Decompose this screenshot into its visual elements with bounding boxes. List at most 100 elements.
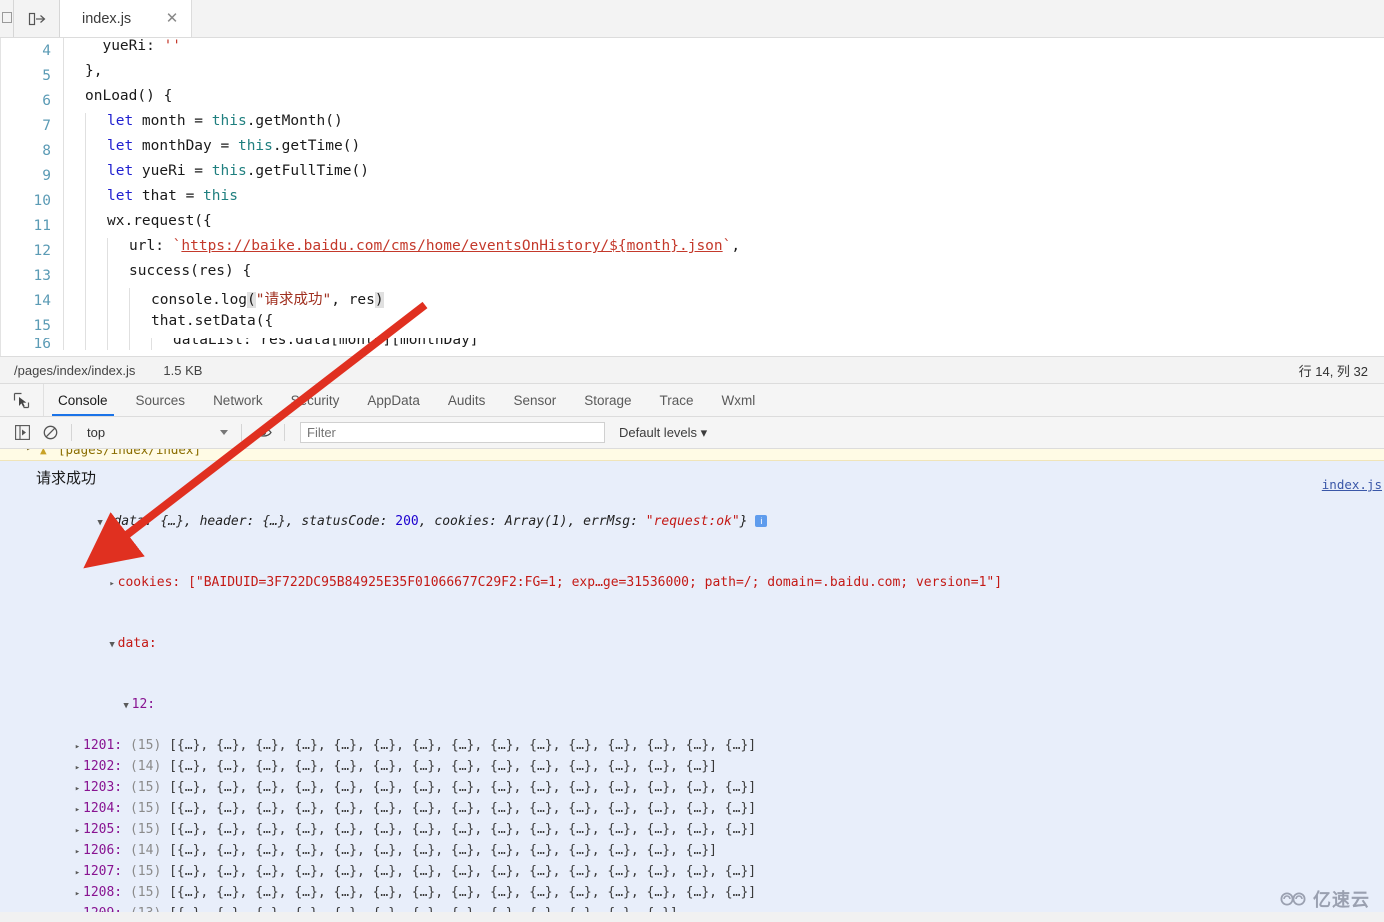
console-warning-row[interactable]: ▸ ▲ [pages/index/index] — [0, 449, 1384, 461]
code-line-text: let monthDay = this.getTime() — [63, 138, 1384, 163]
tab-network[interactable]: Network — [199, 384, 277, 416]
console-month-row[interactable]: ▼ 12: — [0, 675, 1384, 736]
code-line: 10 let that = this — [1, 188, 1384, 213]
expand-triangle-icon[interactable]: ▸ — [72, 821, 83, 841]
tab-wxml-label: Wxml — [721, 392, 756, 408]
entry-preview: [{…}, {…}, {…}, {…}, {…}, {…}, {…}, {…},… — [169, 801, 757, 816]
execution-context-selector[interactable]: top — [79, 422, 234, 444]
live-expression-icon[interactable] — [249, 420, 277, 446]
entry-count: (14) — [129, 843, 170, 858]
close-icon[interactable]: ✕ — [163, 10, 181, 28]
expand-triangle-icon[interactable]: ▸ — [72, 842, 83, 862]
entry-count: (15) — [129, 780, 170, 795]
entry-key: 1205: — [83, 822, 130, 837]
console-data-row[interactable]: ▼ data: — [0, 614, 1384, 675]
line-number: 6 — [42, 92, 51, 109]
expand-triangle-icon[interactable]: ▸ — [72, 863, 83, 883]
tab-security-label: Security — [290, 392, 340, 408]
request-url: https://baike.baidu.com/cms/home/eventsO… — [181, 238, 723, 254]
filter-input[interactable] — [300, 422, 605, 443]
entry-preview: [{…}, {…}, {…}, {…}, {…}, {…}, {…}, {…},… — [169, 780, 757, 795]
console-entry-row[interactable]: ▸ 1204: (15) [{…}, {…}, {…}, {…}, {…}, {…… — [0, 799, 1384, 820]
tab-index-js[interactable]: index.js ✕ — [60, 0, 192, 37]
warning-text: [pages/index/index] — [58, 449, 201, 457]
console-object-summary[interactable]: ▼ {data: {…}, header: {…}, statusCode: 20… — [0, 492, 1384, 553]
expand-triangle-icon[interactable]: ▸ — [72, 800, 83, 820]
inspect-glyph — [13, 392, 30, 408]
devtools-tabbar: Console Sources Network Security AppData… — [0, 384, 1384, 417]
file-size: 1.5 KB — [163, 362, 203, 378]
watermark-text: 亿速云 — [1313, 890, 1370, 910]
toggle-sidebar-icon[interactable] — [14, 0, 60, 37]
console-entry-row[interactable]: ▸ 1205: (15) [{…}, {…}, {…}, {…}, {…}, {…… — [0, 820, 1384, 841]
horizontal-scrollbar[interactable] — [0, 912, 1384, 922]
tab-storage[interactable]: Storage — [570, 384, 645, 416]
tab-wxml[interactable]: Wxml — [708, 384, 770, 416]
tab-security[interactable]: Security — [277, 384, 354, 416]
expand-triangle-icon[interactable]: ▸ — [72, 737, 83, 757]
watermark: 亿速云 — [1280, 886, 1370, 912]
console-entry-row[interactable]: ▸ 1207: (15) [{…}, {…}, {…}, {…}, {…}, {…… — [0, 862, 1384, 883]
collapse-triangle-icon[interactable]: ▼ — [121, 696, 132, 716]
month-key-label: 12: — [131, 697, 156, 712]
expand-triangle-icon[interactable]: ▸ — [72, 779, 83, 799]
console-log-group: index.js 请求成功 ▼ {data: {…}, header: {…}, … — [0, 461, 1384, 922]
console-entry-row[interactable]: ▸ 1206: (14) [{…}, {…}, {…}, {…}, {…}, {…… — [0, 841, 1384, 862]
line-number: 10 — [33, 192, 51, 209]
console-entry-row[interactable]: ▸ 1202: (14) [{…}, {…}, {…}, {…}, {…}, {…… — [0, 757, 1384, 778]
console-sidebar-glyph — [14, 425, 30, 440]
entry-count: (15) — [129, 885, 170, 900]
toolbar-divider — [241, 424, 242, 441]
expand-triangle-icon[interactable]: ▸ — [107, 574, 118, 594]
console-entry-row[interactable]: ▸ 1203: (15) [{…}, {…}, {…}, {…}, {…}, {…… — [0, 778, 1384, 799]
console-entry-row[interactable]: ▸ 1208: (15) [{…}, {…}, {…}, {…}, {…}, {…… — [0, 883, 1384, 904]
console-cookies-row[interactable]: ▸ cookies: ["BAIDUID=3F722DC95B84925E35F0… — [0, 553, 1384, 614]
line-number: 4 — [42, 42, 51, 59]
entry-preview: [{…}, {…}, {…}, {…}, {…}, {…}, {…}, {…},… — [169, 759, 717, 774]
tab-console[interactable]: Console — [44, 384, 122, 416]
code-line-text: }, — [63, 63, 1384, 88]
entry-count: (14) — [129, 759, 170, 774]
entry-count: (15) — [129, 822, 170, 837]
file-path: /pages/index/index.js — [14, 362, 136, 378]
log-source-link[interactable]: index.js — [1322, 477, 1382, 492]
log-levels-label: Default levels — [619, 424, 698, 440]
log-levels-dropdown[interactable]: Default levels ▾ — [619, 425, 707, 441]
code-line-text: let that = this — [63, 188, 1384, 213]
code-line-text: yueRi: '' — [63, 38, 1384, 63]
code-editor[interactable]: 4 yueRi: '' 5 }, 6 onLoad() { 7 let mont… — [0, 38, 1384, 356]
code-line-text: that.setData({ — [63, 313, 1384, 338]
entry-preview: [{…}, {…}, {…}, {…}, {…}, {…}, {…}, {…},… — [169, 738, 757, 753]
tab-audits[interactable]: Audits — [434, 384, 500, 416]
tab-sensor[interactable]: Sensor — [499, 384, 570, 416]
line-number: 9 — [42, 167, 51, 184]
entry-key: 1208: — [83, 885, 130, 900]
code-line-text: success(res) { — [63, 263, 1384, 288]
tab-trace[interactable]: Trace — [646, 384, 708, 416]
line-number: 11 — [33, 217, 51, 234]
collapse-triangle-icon[interactable]: ▼ — [107, 635, 118, 655]
tab-sources[interactable]: Sources — [122, 384, 200, 416]
console-log-string: "请求成功" — [255, 292, 332, 308]
expand-triangle-icon[interactable]: ▼ — [95, 513, 106, 533]
tab-console-label: Console — [58, 392, 108, 408]
expand-triangle-icon[interactable]: ▸ — [72, 884, 83, 904]
entry-preview: [{…}, {…}, {…}, {…}, {…}, {…}, {…}, {…},… — [169, 843, 717, 858]
console-output[interactable]: ▸ ▲ [pages/index/index] index.js 请求成功 ▼{… — [0, 449, 1384, 922]
tab-appdata-label: AppData — [367, 392, 420, 408]
console-sidebar-icon[interactable] — [8, 420, 36, 446]
console-entry-row[interactable]: ▸ 1201: (15) [{…}, {…}, {…}, {…}, {…}, {…… — [0, 736, 1384, 757]
tab-network-label: Network — [213, 392, 263, 408]
entry-preview: [{…}, {…}, {…}, {…}, {…}, {…}, {…}, {…},… — [169, 864, 757, 879]
expand-triangle-icon[interactable]: ▸ — [72, 758, 83, 778]
clear-console-icon[interactable] — [36, 420, 64, 446]
expand-arrow-icon[interactable]: ▸ — [26, 449, 32, 454]
code-line-text: onLoad() { — [63, 88, 1384, 113]
tab-appdata[interactable]: AppData — [353, 384, 434, 416]
execution-context-value: top — [87, 425, 106, 440]
console-message-text: 请求成功 — [36, 470, 97, 487]
devtools-window: index.js ✕ 4 yueRi: '' 5 }, 6 onLoad() {… — [0, 0, 1384, 922]
inspect-element-icon[interactable] — [0, 384, 44, 416]
code-line-text: url: `https://baike.baidu.com/cms/home/e… — [63, 238, 1384, 263]
info-badge-icon[interactable]: i — [755, 515, 768, 527]
